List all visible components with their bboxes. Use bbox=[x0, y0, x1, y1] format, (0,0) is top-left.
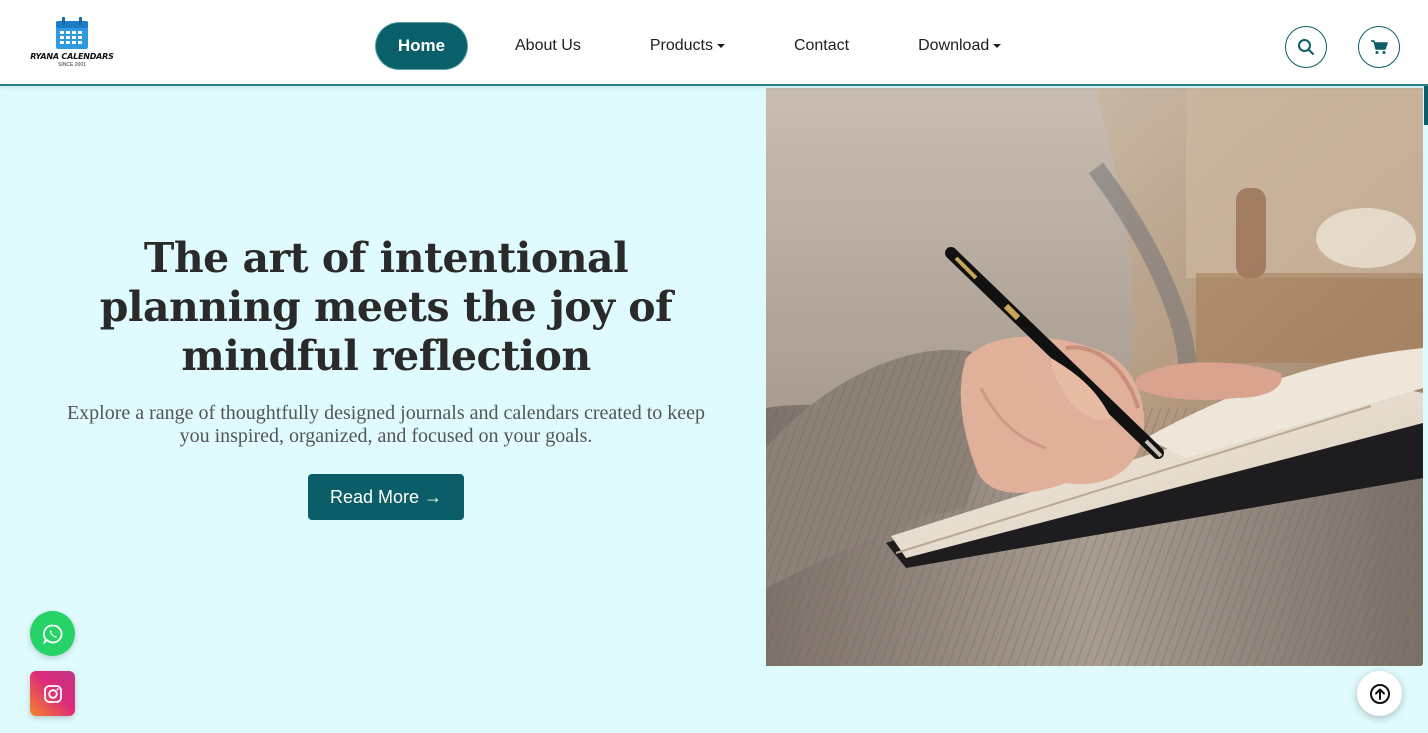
caret-down-icon bbox=[993, 44, 1002, 48]
cart-icon bbox=[1371, 40, 1388, 54]
cart-button[interactable] bbox=[1358, 26, 1400, 68]
nav-home[interactable]: Home bbox=[376, 23, 467, 69]
brand-logo[interactable]: RYANA CALENDARS SINCE 2001 bbox=[26, 16, 118, 74]
whatsapp-button[interactable] bbox=[30, 611, 75, 656]
search-button[interactable] bbox=[1285, 26, 1327, 68]
nav-download-label: Download bbox=[918, 37, 990, 54]
hero-section: The art of intentional planning meets th… bbox=[0, 88, 766, 666]
whatsapp-icon bbox=[42, 624, 62, 644]
hero-image-writing-journal bbox=[766, 88, 1423, 666]
nav-download[interactable]: Download bbox=[918, 37, 1002, 55]
nav-about-us-label: About Us bbox=[515, 37, 581, 54]
brand-name: RYANA CALENDARS bbox=[30, 52, 114, 61]
nav-contact-label: Contact bbox=[793, 37, 850, 54]
main-nav: Home About Us Products Contact Download bbox=[376, 23, 1002, 69]
nav-contact[interactable]: Contact bbox=[794, 37, 849, 55]
nav-products[interactable]: Products bbox=[650, 37, 725, 55]
instagram-button[interactable] bbox=[30, 671, 75, 716]
nav-about-us[interactable]: About Us bbox=[515, 37, 581, 55]
calendar-logo-icon bbox=[56, 17, 88, 49]
search-icon bbox=[1298, 39, 1314, 55]
caret-down-icon bbox=[716, 44, 725, 48]
scroll-to-top-icon bbox=[1369, 683, 1390, 704]
nav-home-label: Home bbox=[397, 36, 446, 55]
read-more-button[interactable]: Read More → bbox=[308, 474, 464, 520]
instagram-icon bbox=[43, 684, 62, 703]
hero-subtitle: Explore a range of thoughtfully designed… bbox=[66, 402, 706, 447]
site-header: RYANA CALENDARS SINCE 2001 Home About Us… bbox=[0, 0, 1428, 86]
hero-title: The art of intentional planning meets th… bbox=[99, 234, 673, 380]
read-more-label: Read More → bbox=[329, 486, 443, 507]
scroll-to-top-button[interactable] bbox=[1357, 671, 1402, 716]
brand-since: SINCE 2001 bbox=[58, 62, 86, 68]
nav-products-label: Products bbox=[649, 37, 713, 54]
